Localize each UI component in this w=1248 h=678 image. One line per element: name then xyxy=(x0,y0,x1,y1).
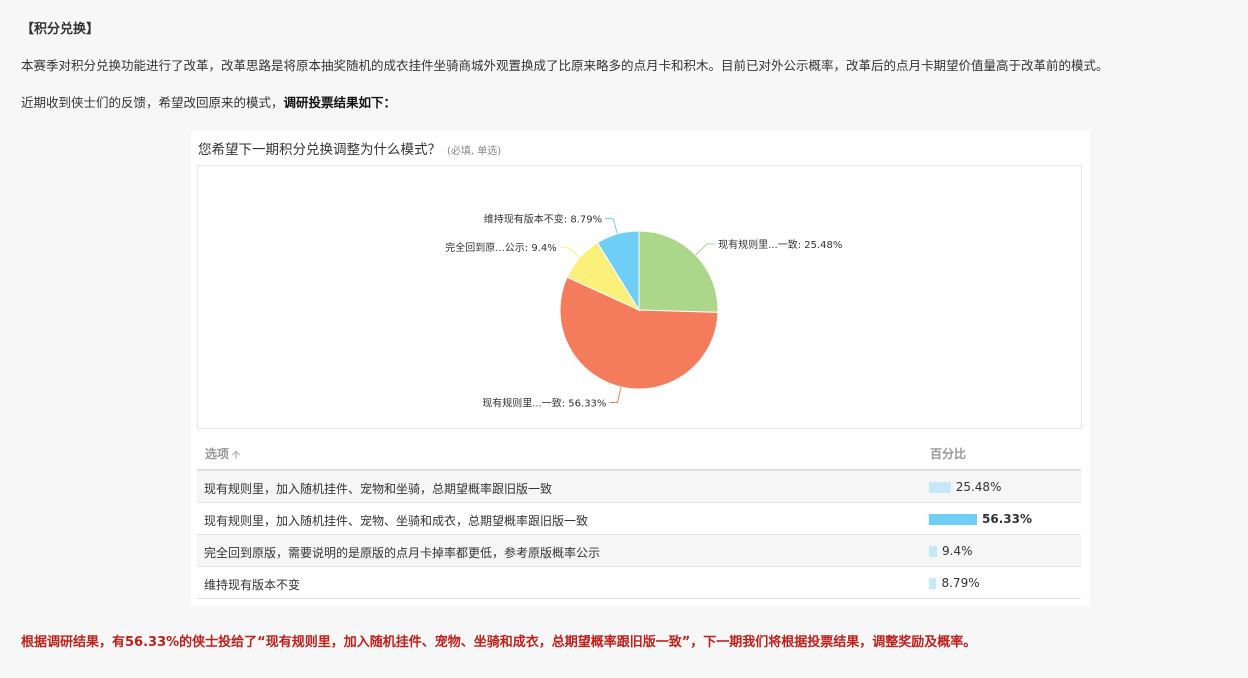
sort-up-icon[interactable]: 🡩 xyxy=(232,448,240,461)
result-table: 选项 🡩 百分比 现有规则里，加入随机挂件、宠物和坐骑，总期望概率跟旧版一致 25.… xyxy=(197,437,1081,599)
percent-bar xyxy=(929,578,937,589)
question-text: 您希望下一期积分兑换调整为什么模式？ xyxy=(198,142,441,158)
row-option: 现有规则里，加入随机挂件、宠物和坐骑，总期望概率跟旧版一致 xyxy=(204,482,553,496)
percent-bar xyxy=(929,546,937,557)
row-option: 现有规则里，加入随机挂件、宠物、坐骑和成衣，总期望概率跟旧版一致 xyxy=(204,514,589,528)
row-percent: 56.33% xyxy=(982,512,1032,526)
slice-label: 现有规则里...一致: 25.48% xyxy=(718,238,842,251)
slice-label: 完全回到原...公示: 9.4% xyxy=(445,241,557,254)
section-heading: 【积分兑换】 xyxy=(21,22,100,37)
slice-leader-line xyxy=(605,218,618,235)
row-option: 维持现有版本不变 xyxy=(204,578,301,592)
question-hint: (必填, 单选) xyxy=(447,146,502,157)
table-row: 现有规则里，加入随机挂件、宠物和坐骑，总期望概率跟旧版一致 25.48% xyxy=(197,471,1081,503)
pie-chart-panel: 现有规则里...一致: 25.48% 现有规则里...一致: 56.33% 完全回到… xyxy=(197,165,1082,429)
table-row: 维持现有版本不变 8.79% xyxy=(197,567,1081,599)
intro-paragraph: 本赛季对积分兑换功能进行了改革，改革思路是将原本抽奖随机的成衣挂件坐骑商城外观置… xyxy=(21,58,1109,73)
table-row: 完全回到原版，需要说明的是原版的点月卡掉率都更低，参考原版概率公示 9.4% xyxy=(197,535,1081,567)
percent-column-header: 百分比 xyxy=(930,447,967,461)
slice-leader-line xyxy=(695,243,716,256)
row-percent: 9.4% xyxy=(942,544,973,558)
row-percent: 25.48% xyxy=(955,480,1002,494)
row-percent: 8.79% xyxy=(941,576,980,590)
table-row: 现有规则里，加入随机挂件、宠物、坐骑和成衣，总期望概率跟旧版一致 56.33% xyxy=(197,503,1081,535)
slice-leader-line xyxy=(609,386,622,404)
feedback-text: 近期收到侠士们的反馈，希望改回原来的模式， xyxy=(21,95,284,110)
option-column-header[interactable]: 选项 🡩 xyxy=(205,445,240,465)
row-option: 完全回到原版，需要说明的是原版的点月卡掉率都更低，参考原版概率公示 xyxy=(204,546,601,560)
percent-bar xyxy=(929,482,951,493)
slice-leader-line xyxy=(559,246,581,259)
table-body: 现有规则里，加入随机挂件、宠物和坐骑，总期望概率跟旧版一致 25.48% 现有规则里… xyxy=(197,471,1081,599)
pie-slice[interactable] xyxy=(638,230,719,313)
survey-card: 您希望下一期积分兑换调整为什么模式？ (必填, 单选) 现有规则里...一致: 2… xyxy=(191,131,1090,606)
slice-label: 现有规则里...一致: 56.33% xyxy=(482,397,606,410)
table-header: 选项 🡩 百分比 xyxy=(197,437,1081,471)
feedback-paragraph: 近期收到侠士们的反馈，希望改回原来的模式，调研投票结果如下： xyxy=(21,92,396,111)
survey-question: 您希望下一期积分兑换调整为什么模式？ (必填, 单选) xyxy=(198,138,501,158)
slice-label: 维持现有版本不变: 8.79% xyxy=(484,213,602,226)
pie-chart: 现有规则里...一致: 25.48% 现有规则里...一致: 56.33% 完全回到… xyxy=(445,213,842,410)
result-lead-text: 调研投票结果如下： xyxy=(283,95,397,110)
conclusion-text: 根据调研结果，有56.33%的侠士投给了“现有规则里，加入随机挂件、宠物、坐骑和… xyxy=(21,635,977,650)
percent-bar xyxy=(929,514,977,525)
